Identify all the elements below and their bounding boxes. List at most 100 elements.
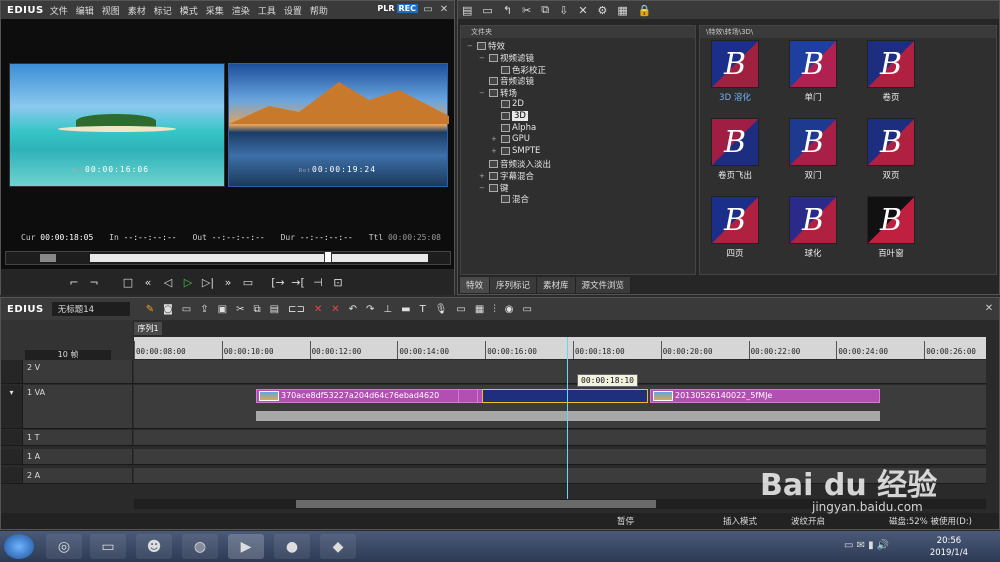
fast-forward-icon[interactable]: » [221,276,235,289]
menu-item[interactable]: 采集 [206,4,224,17]
marker-icon[interactable]: ⊥ [383,304,392,315]
expand-icon[interactable]: − [479,184,487,192]
track-header[interactable]: 1 T [23,430,133,445]
track-header[interactable]: 1 A [23,449,133,464]
track-area[interactable]: 370ace8df53227a204d64c76ebad4620 20130526… [134,385,986,428]
expand-icon[interactable]: + [491,135,499,143]
save-icon[interactable]: ▣ [218,304,227,315]
timeline-track[interactable]: 1 T [1,430,986,446]
rec-label[interactable]: REC [396,4,418,13]
set-out-icon[interactable]: ¬ [87,276,101,289]
transition-block[interactable] [482,389,648,403]
new-icon[interactable]: ▭ [182,304,191,315]
tree-node[interactable]: Alpha [491,123,536,133]
zoom-selector[interactable]: 10 帧 [25,350,111,360]
camera-icon[interactable]: ◙ [163,304,173,315]
settings-icon[interactable]: ▭ [523,304,532,315]
bin-tab[interactable]: 特效 [460,277,491,293]
properties-icon[interactable]: ⚙ [598,4,608,17]
tree-node[interactable]: − 键 [479,182,509,194]
rewind-icon[interactable]: « [141,276,155,289]
track-header[interactable]: 2 A [23,468,133,483]
system-clock[interactable]: 20:56 2019/1/4 [930,535,968,559]
bin-tab[interactable]: 序列标记 [490,277,538,293]
qq-icon[interactable]: ☻ [136,534,172,559]
effect-item[interactable]: B 四页 [704,196,766,259]
minimize-icon[interactable]: ▭ [422,4,434,16]
tree-node[interactable]: + 字幕混合 [479,170,534,182]
start-button[interactable] [4,534,34,559]
title-icon[interactable]: T [420,304,426,315]
play-icon[interactable]: ▷ [181,276,195,289]
time-ruler[interactable]: 00:00:08:00 00:00:10:00 00:00:12:00 00:00:1… [134,337,986,359]
timeline-track[interactable]: 2 V [1,360,986,384]
mixer-icon[interactable]: ⫶ [493,304,496,315]
shuttle-handle[interactable] [40,254,56,262]
tree-node[interactable]: 2D [491,99,524,109]
scrub-handle[interactable] [324,251,332,263]
tree-node[interactable]: 音频淡入淡出 [479,158,551,170]
360-icon[interactable]: ◎ [46,534,82,559]
mode-icon[interactable]: ✎ [146,304,154,315]
track-area[interactable] [134,430,986,445]
timeline-track[interactable]: ▾ 1 VA 370ace8df53227a204d64c76ebad4620 201… [1,385,986,429]
track-toggle[interactable]: ▾ [1,385,23,428]
timeline-scrub[interactable] [90,254,428,262]
expand-icon[interactable]: − [479,54,487,62]
menu-item[interactable]: 素材 [128,4,146,17]
tree-node[interactable]: 色彩校正 [491,64,546,76]
tree-node[interactable]: + SMPTE [491,146,540,156]
cut-icon[interactable]: ✂ [522,4,531,17]
tray-icons[interactable]: ▭ ✉ ▮ 🔊 [844,540,889,551]
mic-icon[interactable]: 🎙 [435,304,448,315]
effect-item[interactable]: B 百叶窗 [860,196,922,259]
effect-item[interactable]: B 双门 [782,118,844,181]
tree-node[interactable]: 音频滤镜 [479,75,534,87]
menu-item[interactable]: 标记 [154,4,172,17]
expand-icon[interactable]: + [491,147,499,155]
copy-icon[interactable]: ⧉ [541,3,549,17]
tree-node[interactable]: − 视频滤镜 [479,52,534,64]
cut-icon[interactable]: ✂ [236,304,244,315]
export-icon[interactable]: ⊡ [331,276,345,289]
recorder-icon[interactable]: ● [274,534,310,559]
effect-item[interactable]: B 双页 [860,118,922,181]
apply-icon[interactable]: ⇩ [559,4,568,17]
video-clip[interactable]: 370ace8df53227a204d64c76ebad4620 [256,389,484,403]
tree-node[interactable]: 混合 [491,193,529,205]
menu-item[interactable]: 设置 [284,4,302,17]
tree-node[interactable]: 3D [491,110,528,121]
scroll-thumb[interactable] [296,500,656,508]
scrub-bar[interactable] [5,251,451,265]
effect-item[interactable]: B 单门 [782,40,844,103]
delete-icon[interactable]: ✕ [314,304,322,315]
track-toggle[interactable] [1,468,23,483]
effect-item[interactable]: B 3D 溶化 [704,40,766,103]
expand-icon[interactable]: + [479,172,487,180]
redo-icon[interactable]: ↷ [366,304,374,315]
tree-node[interactable]: − 特效 [467,40,505,52]
stop-icon[interactable]: □ [121,276,135,289]
menu-item[interactable]: 渲染 [232,4,250,17]
video-clip[interactable]: 20130526140022_5fMJe [650,389,880,403]
expand-icon[interactable]: − [467,42,475,50]
grid-icon[interactable]: ▦ [475,304,484,315]
bin-tab[interactable]: 素材库 [537,277,576,293]
up-folder-icon[interactable]: ↰ [503,4,512,17]
playhead[interactable] [567,337,568,504]
bin-tab[interactable]: 源文件浏览 [575,277,632,293]
close-icon[interactable]: ✕ [983,303,995,315]
menu-item[interactable]: 帮助 [310,4,328,17]
close-icon[interactable]: ✕ [438,4,450,16]
track-toggle[interactable] [1,449,23,464]
tree-node[interactable]: − 转场 [479,87,517,99]
edius-icon[interactable]: ▶ [228,534,264,559]
effect-item[interactable]: B 卷页 [860,40,922,103]
plr-label[interactable]: PLR [375,4,396,13]
render-icon[interactable]: ▭ [456,304,465,315]
lock-icon[interactable]: 🔒 [638,4,652,17]
open-icon[interactable]: ⇪ [200,304,208,315]
app-icon[interactable]: ◆ [320,534,356,559]
menu-item[interactable]: 工具 [258,4,276,17]
ripple-delete-icon[interactable]: ✕ [331,304,339,315]
